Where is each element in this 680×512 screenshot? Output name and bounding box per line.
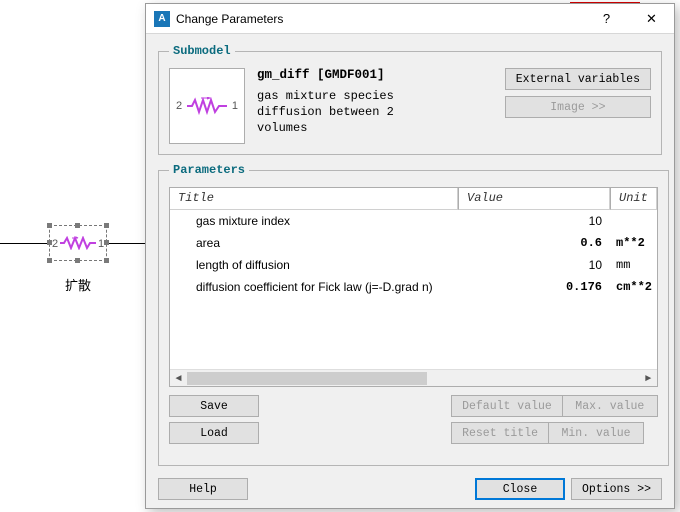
param-unit[interactable]: mm [610,258,657,272]
param-value[interactable]: 0.6 [458,236,610,250]
submodel-legend: Submodel [169,44,235,58]
param-title: length of diffusion [170,258,458,272]
parameters-legend: Parameters [169,163,249,177]
scroll-thumb[interactable] [187,372,427,385]
change-parameters-dialog: A Change Parameters ? ✕ Submodel 2 1 gm_… [145,3,675,509]
submodel-desc-line: gas mixture species [257,88,493,104]
col-header-title[interactable]: Title [170,188,458,210]
scroll-track[interactable] [187,370,640,387]
table-hscrollbar[interactable]: ◄ ► [170,369,657,386]
param-value[interactable]: 10 [458,258,610,272]
save-button[interactable]: Save [169,395,259,417]
app-icon: A [154,11,170,27]
titlebar-help-button[interactable]: ? [584,4,629,34]
param-title: gas mixture index [170,214,458,228]
image-button[interactable]: Image >> [505,96,651,118]
param-unit[interactable]: m**2 [610,236,657,250]
titlebar-close-button[interactable]: ✕ [629,4,674,34]
param-title: area [170,236,458,250]
submodel-thumbnail[interactable]: 2 1 [169,68,245,144]
param-value[interactable]: 10 [458,214,610,228]
reset-title-button[interactable]: Reset title [451,422,549,444]
options-button[interactable]: Options >> [571,478,662,500]
col-header-value[interactable]: Value [458,188,610,210]
submodel-desc-line: diffusion between 2 [257,104,493,120]
min-value-button[interactable]: Min. value [549,422,644,444]
block-port-1-label: 1 [98,238,104,250]
parameters-tbody: gas mixture index 10 area 0.6 m**2 lengt… [170,210,657,369]
col-header-unit[interactable]: Unit [610,188,657,210]
table-row[interactable]: length of diffusion 10 mm [170,254,657,276]
submodel-group: Submodel 2 1 gm_diff [GMDF001] gas mixtu… [158,44,662,155]
load-button[interactable]: Load [169,422,259,444]
scroll-right-icon[interactable]: ► [640,370,657,387]
help-button[interactable]: Help [158,478,248,500]
param-value[interactable]: 0.176 [458,280,610,294]
parameters-group: Parameters Title Value Unit gas mixture … [158,163,669,466]
block-port-2-label: 2 [52,238,58,250]
param-title: diffusion coefficient for Fick law (j=-D… [170,280,458,294]
table-row[interactable]: gas mixture index 10 [170,210,657,232]
default-value-button[interactable]: Default value [451,395,563,417]
parameters-table: Title Value Unit gas mixture index 10 ar… [169,187,658,387]
close-button[interactable]: Close [475,478,565,500]
block-caption[interactable]: 扩散 [50,275,106,294]
external-variables-button[interactable]: External variables [505,68,651,90]
submodel-name: gm_diff [GMDF001] [257,68,493,82]
thumb-port-1: 1 [232,100,238,112]
param-unit[interactable]: cm**2 [610,280,657,294]
diffusion-icon [58,236,98,250]
scroll-left-icon[interactable]: ◄ [170,370,187,387]
diffusion-icon [185,97,229,115]
table-row[interactable]: area 0.6 m**2 [170,232,657,254]
submodel-desc-line: volumes [257,120,493,136]
dialog-titlebar[interactable]: A Change Parameters ? ✕ [146,4,674,34]
thumb-port-2: 2 [176,100,182,112]
table-row[interactable]: diffusion coefficient for Fick law (j=-D… [170,276,657,298]
max-value-button[interactable]: Max. value [563,395,658,417]
dialog-title: Change Parameters [176,12,584,26]
